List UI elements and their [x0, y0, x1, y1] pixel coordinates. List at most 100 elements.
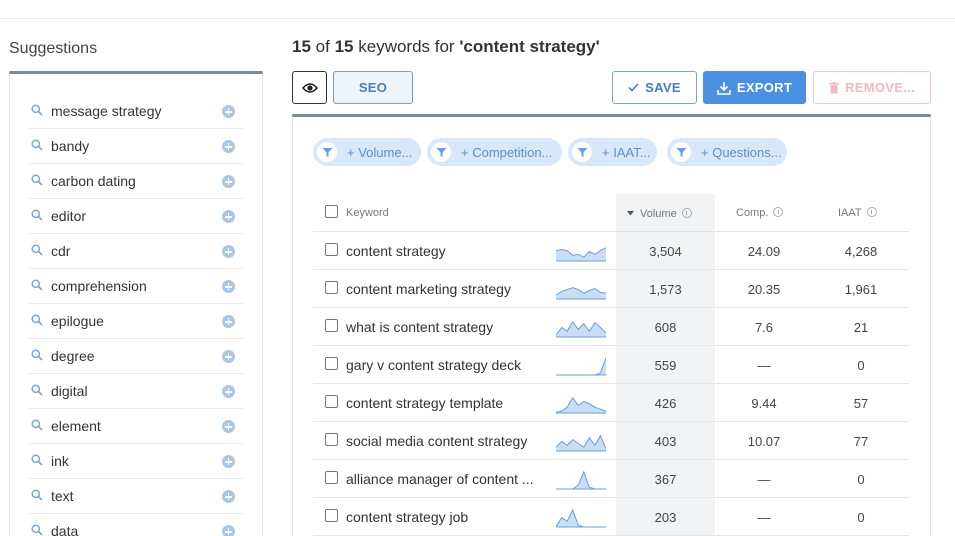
- trend-sparkline: [556, 320, 606, 338]
- table-row[interactable]: content strategy 3,504 24.09 4,268: [313, 232, 909, 270]
- sparkline-area: [556, 287, 606, 299]
- comp-cell: —: [757, 472, 771, 487]
- search-icon: [31, 138, 43, 151]
- iaat-cell: 0: [857, 510, 865, 525]
- comp-cell: 20.35: [747, 282, 781, 297]
- table-row[interactable]: content marketing strategy 1,573 20.35 1,96…: [313, 270, 909, 308]
- comp-column-header[interactable]: Comp.: [736, 207, 784, 219]
- filter-label: + IAAT...: [602, 144, 651, 160]
- add-circle-icon[interactable]: [222, 175, 235, 188]
- row-checkbox[interactable]: [325, 509, 338, 522]
- comp-cell: 9.44: [751, 396, 777, 411]
- search-icon: [31, 243, 43, 256]
- trend-sparkline: [556, 396, 606, 414]
- search-icon: [31, 173, 43, 186]
- suggestion-item[interactable]: degree: [29, 339, 243, 374]
- add-circle-icon[interactable]: [222, 245, 235, 258]
- table-row[interactable]: social media content strategy 403 10.07 77: [313, 422, 909, 460]
- suggestion-item[interactable]: message strategy: [29, 94, 243, 129]
- filter-label: + Competition...: [461, 144, 553, 160]
- info-icon[interactable]: [866, 207, 877, 217]
- info-icon[interactable]: [681, 208, 692, 218]
- suggestion-item[interactable]: digital: [29, 374, 243, 409]
- row-checkbox[interactable]: [325, 243, 338, 256]
- add-circle-icon[interactable]: [222, 315, 235, 328]
- suggestion-item[interactable]: text: [29, 479, 243, 514]
- suggestion-item[interactable]: epilogue: [29, 304, 243, 339]
- of-text: of: [315, 37, 330, 56]
- seo-button[interactable]: SEO: [333, 71, 413, 104]
- add-circle-icon[interactable]: [222, 420, 235, 433]
- iaat-cell: 57: [853, 396, 869, 411]
- table-row[interactable]: content strategy job 203 — 0: [313, 498, 909, 536]
- funnel-icon: [671, 142, 691, 162]
- suggestion-item[interactable]: bandy: [29, 129, 243, 164]
- save-button[interactable]: SAVE: [612, 71, 697, 104]
- iaat-cell: 0: [857, 472, 865, 487]
- suggestion-label: carbon dating: [51, 173, 136, 189]
- add-circle-icon[interactable]: [222, 455, 235, 468]
- filter-questions[interactable]: + Questions...: [667, 138, 787, 166]
- volume-cell: 608: [654, 320, 677, 335]
- add-circle-icon[interactable]: [222, 490, 235, 503]
- row-checkbox[interactable]: [325, 395, 338, 408]
- add-circle-icon[interactable]: [222, 105, 235, 118]
- comp-cell: 7.6: [754, 320, 774, 335]
- suggestion-item[interactable]: data: [29, 514, 243, 536]
- add-circle-icon[interactable]: [222, 280, 235, 293]
- add-circle-icon[interactable]: [222, 350, 235, 363]
- keyword-cell: content strategy job: [346, 509, 469, 525]
- row-checkbox[interactable]: [325, 281, 338, 294]
- suggestion-label: editor: [51, 208, 87, 224]
- select-all-checkbox[interactable]: [325, 205, 338, 218]
- keyword-cell: what is content strategy: [346, 319, 494, 335]
- suggestion-item[interactable]: comprehension: [29, 269, 243, 304]
- table-row[interactable]: alliance manager of content ... 367 — 0: [313, 460, 909, 498]
- table-row[interactable]: what is content strategy 608 7.6 21: [313, 308, 909, 346]
- filter-volume[interactable]: + Volume...: [313, 138, 421, 166]
- suggestion-item[interactable]: carbon dating: [29, 164, 243, 199]
- export-label: EXPORT: [736, 80, 793, 95]
- iaat-column-header[interactable]: IAAT: [838, 207, 877, 219]
- table-row[interactable]: gary v content strategy deck 559 — 0: [313, 346, 909, 384]
- volume-cell: 367: [654, 472, 677, 487]
- suggestion-item[interactable]: ink: [29, 444, 243, 479]
- row-checkbox[interactable]: [325, 471, 338, 484]
- search-icon: [31, 383, 43, 396]
- add-circle-icon[interactable]: [222, 525, 235, 536]
- row-checkbox[interactable]: [325, 433, 338, 446]
- volume-cell: 403: [654, 434, 677, 449]
- add-circle-icon[interactable]: [222, 140, 235, 153]
- volume-cell: 3,504: [649, 244, 682, 259]
- add-circle-icon[interactable]: [222, 385, 235, 398]
- trend-sparkline: [556, 357, 606, 376]
- sparkline-area: [556, 471, 606, 489]
- suggestion-label: degree: [51, 348, 95, 364]
- row-checkbox[interactable]: [325, 319, 338, 332]
- iaat-cell: 0: [857, 358, 865, 373]
- trend-sparkline: [556, 470, 606, 490]
- iaat-cell: 21: [853, 320, 869, 335]
- add-circle-icon[interactable]: [222, 210, 235, 223]
- comp-header-label: Comp.: [736, 207, 769, 219]
- filter-competition[interactable]: + Competition...: [427, 138, 562, 166]
- suggestion-item[interactable]: cdr: [29, 234, 243, 269]
- suggestion-item[interactable]: element: [29, 409, 243, 444]
- suggestion-item[interactable]: editor: [29, 199, 243, 234]
- volume-header-label: Volume: [640, 208, 677, 220]
- table-header: Keyword Volume Comp. IAAT: [313, 194, 909, 232]
- export-button[interactable]: EXPORT: [703, 71, 806, 104]
- toggle-view-button[interactable]: [292, 71, 327, 104]
- sparkline-area: [556, 397, 606, 413]
- table-row[interactable]: content strategy template 426 9.44 57: [313, 384, 909, 422]
- keyword-column-header[interactable]: Keyword: [346, 207, 389, 219]
- row-checkbox[interactable]: [325, 357, 338, 370]
- remove-button[interactable]: REMOVE...: [813, 71, 931, 104]
- filter-iaat[interactable]: + IAAT...: [568, 138, 657, 166]
- filter-label: + Volume...: [347, 144, 413, 160]
- suggestion-label: message strategy: [51, 103, 162, 119]
- suggestion-label: element: [51, 418, 101, 434]
- volume-column-header[interactable]: Volume: [627, 207, 692, 220]
- keyword-cell: gary v content strategy deck: [346, 357, 522, 373]
- info-icon[interactable]: [773, 207, 784, 217]
